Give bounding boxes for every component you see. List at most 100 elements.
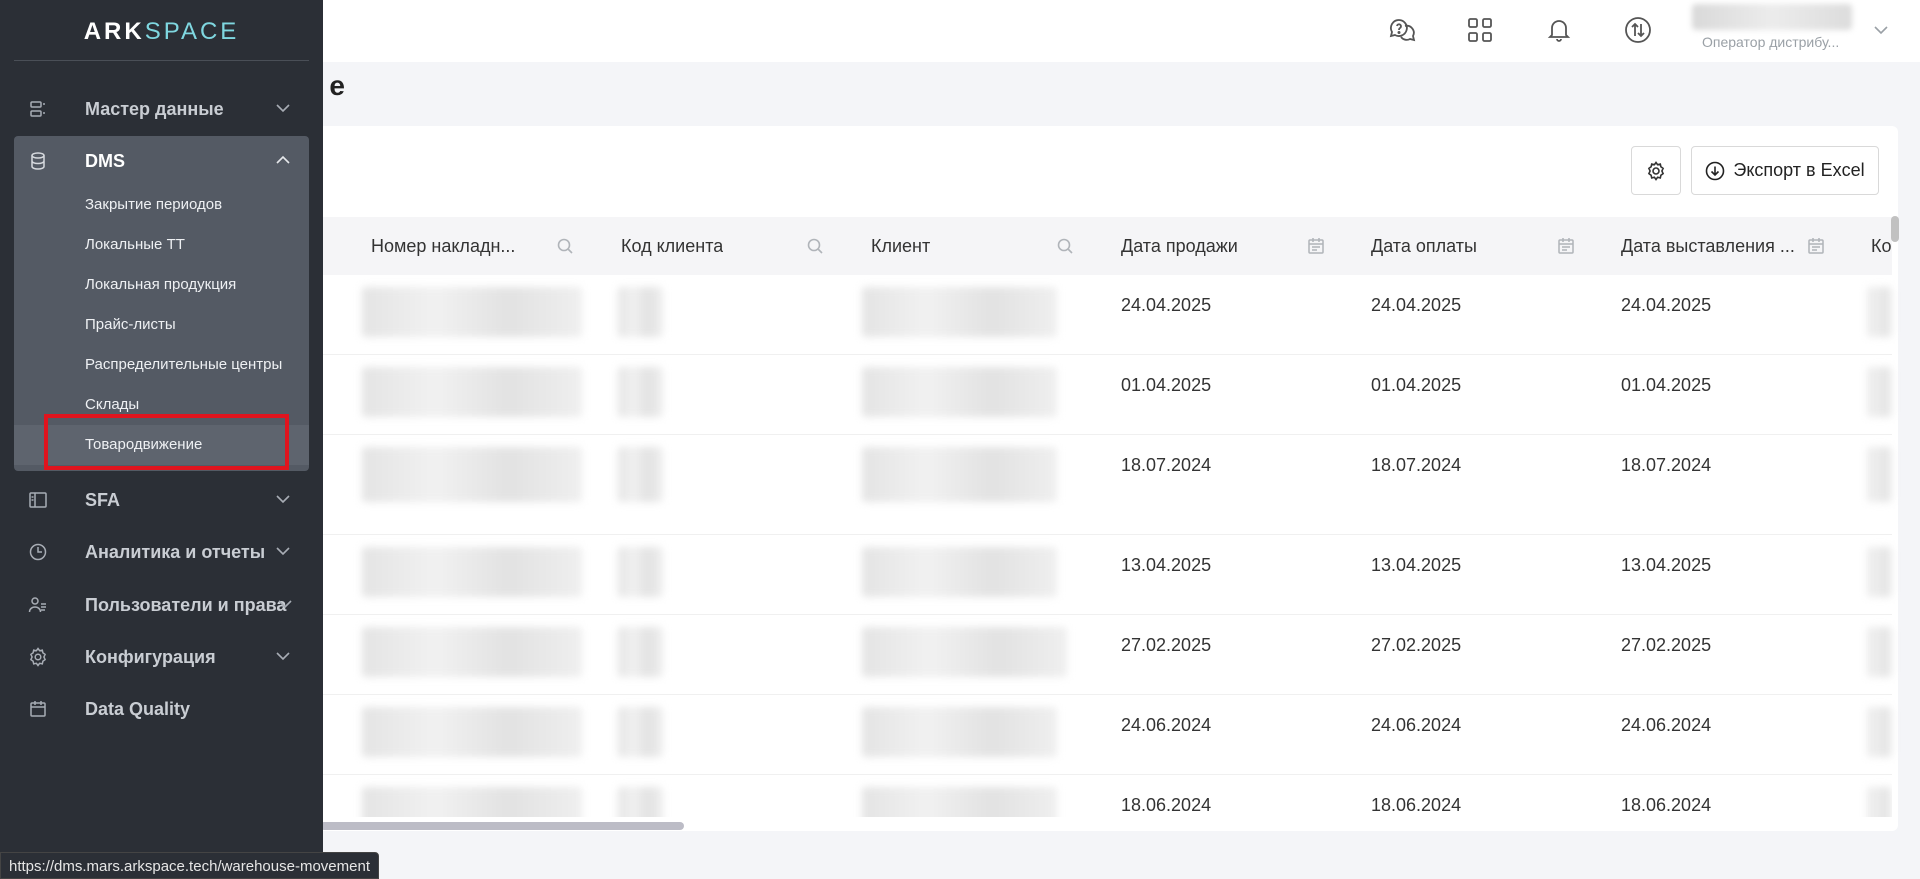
chevron-down-icon [278, 596, 292, 612]
calendar-icon[interactable] [1558, 237, 1574, 260]
sidebar-item-data-quality[interactable]: Data Quality [14, 684, 309, 734]
master-data-icon [28, 99, 48, 119]
sidebar-item-label: Мастер данные [85, 98, 224, 119]
invoice-number-redacted [362, 627, 582, 677]
table-row[interactable]: 27.02.2025 27.02.2025 27.02.2025 [250, 615, 1892, 695]
table-row[interactable]: 24.04.2025 24.04.2025 24.04.2025 [250, 275, 1892, 355]
cell-redacted [1868, 447, 1892, 502]
payment-date: 27.02.2025 [1371, 635, 1462, 655]
sale-date: 27.02.2025 [1121, 635, 1212, 655]
gear-icon [1647, 160, 1665, 181]
horizontal-scrollbar[interactable] [320, 822, 684, 830]
search-icon[interactable] [1056, 237, 1074, 260]
sidebar-item-dms[interactable]: DMS [14, 136, 309, 186]
help-chat-icon[interactable] [1386, 14, 1418, 46]
sidebar-item-label: SFA [85, 489, 121, 510]
table-header: Номер накладн... Код клиента Клиент Дата… [250, 217, 1892, 275]
sidebar-item-users[interactable]: Пользователи и права [14, 580, 309, 630]
status-bar-url: https://dms.mars.arkspace.tech/warehouse… [0, 852, 379, 879]
bell-icon[interactable] [1543, 14, 1575, 46]
issue-date: 24.04.2025 [1621, 295, 1712, 315]
sidebar-subitem-price-lists[interactable]: Прайс-листы [85, 316, 176, 333]
issue-date: 24.06.2024 [1621, 715, 1712, 735]
sidebar-subitem-period-closing[interactable]: Закрытие периодов [85, 196, 222, 213]
sidebar-item-analytics[interactable]: Аналитика и отчеты [14, 527, 309, 577]
cell-redacted [1868, 787, 1892, 817]
search-icon[interactable] [556, 237, 574, 260]
user-role: Оператор дистрибу... [1702, 34, 1840, 50]
download-circle-icon [1706, 161, 1725, 180]
client-code-redacted [618, 447, 663, 502]
sidebar-subitem-local-outlets[interactable]: Локальные ТТ [85, 236, 185, 253]
calendar-icon[interactable] [1808, 237, 1824, 260]
highlight-box [44, 414, 289, 470]
export-excel-button[interactable]: Экспорт в Excel [1691, 146, 1879, 195]
sidebar-subitem-distribution-centers[interactable]: Распределительные центры [85, 356, 282, 373]
cell-redacted [1868, 707, 1892, 757]
chevron-down-icon [276, 100, 290, 116]
sidebar-item-master-data[interactable]: Мастер данные [14, 84, 309, 134]
cell-redacted [1868, 627, 1892, 677]
column-label: Клиент [871, 235, 931, 256]
client-code-redacted [618, 787, 663, 817]
sidebar-item-label: Data Quality [85, 698, 191, 719]
column-header-payment-date[interactable]: Дата оплаты [1371, 217, 1601, 275]
sidebar-subitem-warehouses[interactable]: Склады [85, 396, 139, 413]
sidebar-subitem-local-products[interactable]: Локальная продукция [85, 276, 236, 293]
column-header-truncated[interactable]: Ко [1871, 217, 1892, 275]
payment-date: 18.07.2024 [1371, 455, 1462, 475]
vertical-scrollbar[interactable] [1891, 216, 1899, 242]
search-icon[interactable] [806, 237, 824, 260]
sidebar-item-label: Аналитика и отчеты [85, 541, 266, 562]
clock-chart-icon [28, 542, 48, 562]
column-header-invoice[interactable]: Номер накладн... [371, 217, 601, 275]
sidebar-item-label: Пользователи и права [85, 594, 287, 615]
client-code-redacted [618, 547, 663, 597]
table-row[interactable]: 24.06.2024 24.06.2024 24.06.2024 [250, 695, 1892, 775]
sidebar-item-sfa[interactable]: SFA [14, 475, 309, 525]
column-label: Дата продажи [1121, 235, 1238, 256]
sale-date: 01.04.2025 [1121, 375, 1212, 395]
table-row[interactable]: 18.06.2024 18.06.2024 18.06.2024 [250, 775, 1892, 817]
issue-date: 18.07.2024 [1621, 455, 1712, 475]
issue-date: 27.02.2025 [1621, 635, 1712, 655]
column-label: Дата оплаты [1371, 235, 1477, 256]
table-row[interactable]: 18.07.2024 18.07.2024 18.07.2024 [250, 435, 1892, 535]
calendar-icon [28, 699, 48, 719]
table-settings-button[interactable] [1631, 146, 1681, 195]
sfa-panel-icon [28, 490, 48, 510]
invoice-number-redacted [362, 787, 582, 817]
logo-text-space: SPACE [144, 18, 240, 45]
client-name-redacted [862, 547, 1057, 597]
logo-text-ark: ARK [83, 18, 145, 45]
column-header-client[interactable]: Клиент [871, 217, 1101, 275]
sync-icon[interactable] [1622, 14, 1654, 46]
client-name-redacted [862, 707, 1057, 757]
payment-date: 13.04.2025 [1371, 555, 1462, 575]
sale-date: 18.07.2024 [1121, 455, 1212, 475]
table-row[interactable]: 01.04.2025 01.04.2025 01.04.2025 [250, 355, 1892, 435]
column-header-sale-date[interactable]: Дата продажи [1121, 217, 1351, 275]
table-row[interactable]: 13.04.2025 13.04.2025 13.04.2025 [250, 535, 1892, 615]
client-code-redacted [618, 627, 663, 677]
user-menu[interactable]: Оператор дистрибу... [1692, 4, 1892, 54]
cell-redacted [1868, 547, 1892, 597]
chevron-down-icon [276, 543, 290, 559]
issue-date: 13.04.2025 [1621, 555, 1712, 575]
issue-date: 01.04.2025 [1621, 375, 1712, 395]
client-code-redacted [618, 707, 663, 757]
cell-redacted [1868, 367, 1892, 417]
invoice-number-redacted [362, 287, 582, 337]
payment-date: 18.06.2024 [1371, 795, 1462, 815]
column-header-issue-date[interactable]: Дата выставления ... [1621, 217, 1851, 275]
apps-grid-icon[interactable] [1464, 14, 1496, 46]
calendar-icon[interactable] [1308, 237, 1324, 260]
payment-date: 24.06.2024 [1371, 715, 1462, 735]
column-label: Номер накладн... [371, 235, 516, 256]
invoice-number-redacted [362, 707, 582, 757]
invoice-number-redacted [362, 367, 582, 417]
column-header-client-code[interactable]: Код клиента [621, 217, 851, 275]
logo[interactable]: ARKSPACE [0, 18, 323, 46]
sidebar-item-configuration[interactable]: Конфигурация [14, 632, 309, 682]
issue-date: 18.06.2024 [1621, 795, 1712, 815]
